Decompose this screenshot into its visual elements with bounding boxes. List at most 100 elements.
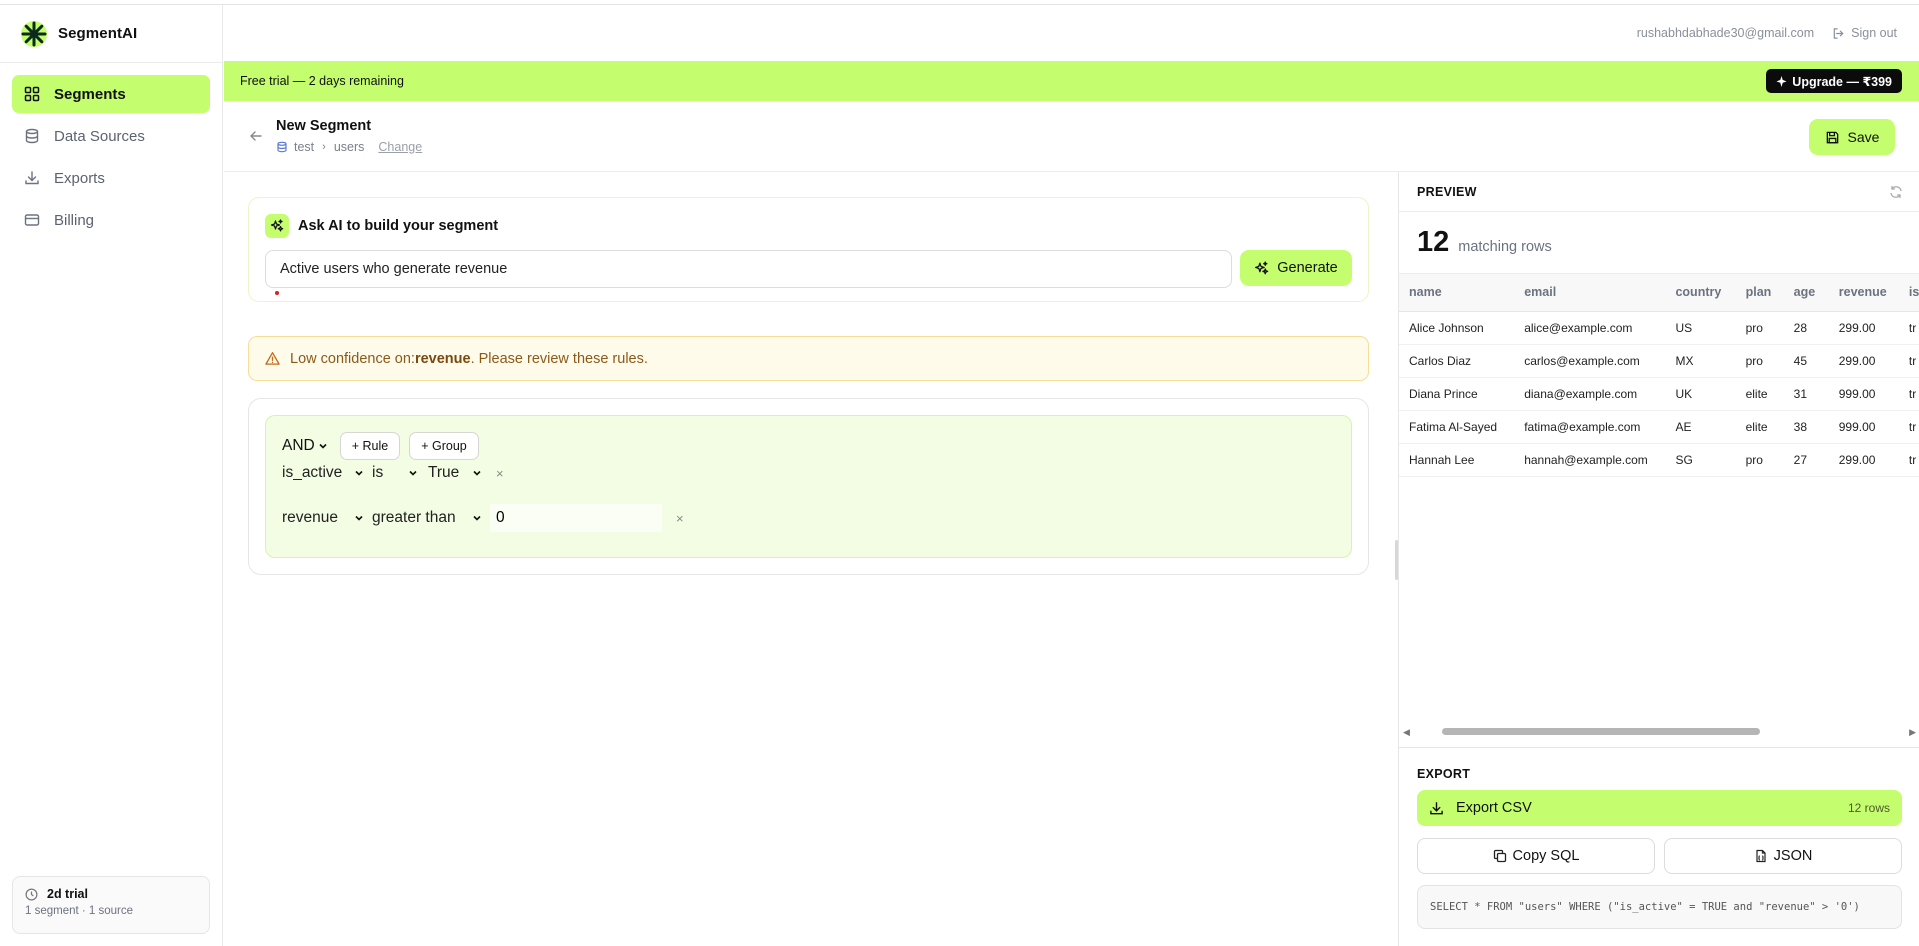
- add-group-button[interactable]: + Group: [409, 432, 479, 460]
- table-cell: tr: [1898, 443, 1919, 477]
- table-cell: 299.00: [1828, 344, 1899, 378]
- sidebar-item-billing[interactable]: Billing: [12, 201, 210, 239]
- table-row: Carlos Diaz carlos@example.com MX pro 45…: [1399, 344, 1919, 378]
- table-row: Diana Prince diana@example.com UK elite …: [1399, 377, 1919, 411]
- group-operator-select[interactable]: AND: [282, 437, 328, 455]
- trial-subtitle: 1 segment · 1 source: [25, 905, 134, 917]
- table-cell: Fatima Al-Sayed: [1399, 410, 1515, 444]
- sidebar-item-exports[interactable]: Exports: [12, 159, 210, 197]
- sidebar-item-label: Data Sources: [54, 127, 145, 145]
- back-arrow-icon[interactable]: [248, 128, 264, 144]
- match-count-number: 12: [1417, 226, 1450, 258]
- chevron-down-icon: [355, 515, 363, 521]
- sidebar-nav: Segments Data Sources Exports Billing: [0, 63, 222, 255]
- rule-field-select[interactable]: revenue: [282, 509, 364, 527]
- upgrade-button[interactable]: Upgrade — ₹399: [1766, 69, 1902, 93]
- database-icon: [25, 128, 39, 144]
- database-icon: [277, 141, 287, 153]
- rule-value-select[interactable]: True: [428, 464, 482, 482]
- sql-preview[interactable]: SELECT * FROM "users" WHERE ("is_active"…: [1417, 885, 1902, 929]
- validation-dot: [275, 291, 279, 295]
- asterisk-logo-icon: [21, 20, 47, 47]
- table-cell: diana@example.com: [1514, 377, 1666, 411]
- horizontal-scrollbar[interactable]: ◀ ▶: [1399, 725, 1919, 737]
- sparkle-icon: [1776, 75, 1787, 87]
- trial-title: 2d trial: [47, 887, 88, 901]
- sidebar-item-label: Exports: [54, 169, 105, 187]
- table-cell: 27: [1783, 443, 1829, 477]
- table-cell: MX: [1665, 344, 1736, 378]
- sidebar-item-segments[interactable]: Segments: [12, 75, 210, 113]
- sidebar-item-label: Segments: [54, 85, 126, 103]
- rule-field-value: revenue: [282, 509, 339, 526]
- column-header[interactable]: email: [1514, 274, 1666, 312]
- breadcrumb-table[interactable]: users: [334, 140, 365, 154]
- change-source-link[interactable]: Change: [378, 140, 422, 154]
- sidebar-item-data-sources[interactable]: Data Sources: [12, 117, 210, 155]
- ai-builder-title: Ask AI to build your segment: [298, 218, 499, 234]
- table-cell: 38: [1783, 410, 1829, 444]
- ai-builder-card: Ask AI to build your segment Generate: [248, 197, 1369, 302]
- column-header[interactable]: revenue: [1828, 274, 1899, 312]
- table-cell: pro: [1735, 311, 1784, 345]
- chevron-right-icon: ›: [322, 141, 326, 153]
- scrollbar-thumb[interactable]: [1442, 728, 1760, 735]
- clock-icon: [25, 888, 38, 900]
- sidebar-item-label: Billing: [54, 211, 95, 229]
- rule-group-header: AND + Rule + Group: [282, 432, 488, 460]
- table-cell: hannah@example.com: [1514, 443, 1666, 477]
- export-json-button[interactable]: JSON: [1664, 838, 1902, 874]
- chevron-down-icon: [355, 470, 363, 476]
- column-header[interactable]: age: [1783, 274, 1829, 312]
- export-json-label: JSON: [1773, 848, 1813, 864]
- table-cell: 999.00: [1828, 410, 1899, 444]
- ai-prompt-input[interactable]: [265, 250, 1232, 288]
- table-cell: SG: [1665, 443, 1736, 477]
- breadcrumb-source[interactable]: test: [294, 140, 314, 154]
- table-cell: 31: [1783, 377, 1829, 411]
- table-cell: 999.00: [1828, 377, 1899, 411]
- add-rule-button[interactable]: + Rule: [339, 432, 401, 460]
- rule-operator-select[interactable]: is: [372, 464, 420, 482]
- rule-operator-select[interactable]: greater than: [372, 509, 482, 527]
- table-cell: elite: [1735, 410, 1784, 444]
- user-email: rushabhdabhade30@gmail.com: [1636, 26, 1815, 40]
- table-cell: fatima@example.com: [1514, 410, 1666, 444]
- remove-rule-button[interactable]: ×: [496, 466, 504, 481]
- export-csv-button[interactable]: Export CSV 12 rows: [1417, 790, 1902, 826]
- brand[interactable]: SegmentAI: [0, 5, 222, 63]
- column-header[interactable]: is: [1898, 274, 1919, 312]
- rule-field-select[interactable]: is_active: [282, 464, 364, 482]
- column-header[interactable]: country: [1665, 274, 1736, 312]
- export-section: EXPORT Export CSV 12 rows Copy SQL JSON …: [1399, 747, 1919, 946]
- save-button[interactable]: Save: [1809, 119, 1895, 155]
- table-row: Fatima Al-Sayed fatima@example.com AE el…: [1399, 410, 1919, 444]
- scroll-right-arrow-icon[interactable]: ▶: [1909, 727, 1916, 738]
- trial-row: 2d trial: [25, 887, 197, 901]
- refresh-icon[interactable]: [1889, 185, 1903, 199]
- rule-value-input[interactable]: [490, 504, 662, 532]
- chevron-down-icon: [409, 470, 417, 476]
- table-cell: tr: [1898, 344, 1919, 378]
- remove-rule-button[interactable]: ×: [676, 511, 684, 526]
- sparkles-icon: [1255, 260, 1269, 274]
- table-cell: Alice Johnson: [1399, 311, 1515, 345]
- upgrade-label: Upgrade — ₹399: [1792, 74, 1892, 89]
- brand-name: SegmentAI: [58, 25, 138, 42]
- scroll-left-arrow-icon[interactable]: ◀: [1403, 727, 1410, 738]
- export-csv-rows: 12 rows: [1847, 801, 1890, 815]
- preview-title: PREVIEW: [1417, 184, 1477, 199]
- table-cell: Carlos Diaz: [1399, 344, 1515, 378]
- table-cell: UK: [1665, 377, 1736, 411]
- sparkles-icon: [270, 219, 284, 232]
- low-confidence-warning: Low confidence on: revenue. Please revie…: [248, 336, 1369, 381]
- rule-group: AND + Rule + Group is_active is True × r…: [265, 415, 1352, 558]
- save-icon: [1826, 131, 1838, 143]
- column-header[interactable]: name: [1399, 274, 1515, 312]
- top-header: rushabhdabhade30@gmail.com Sign out: [224, 5, 1919, 61]
- copy-sql-button[interactable]: Copy SQL: [1417, 838, 1655, 874]
- generate-button[interactable]: Generate: [1240, 250, 1352, 286]
- sign-out-button[interactable]: Sign out: [1832, 26, 1897, 40]
- table-cell: 299.00: [1828, 311, 1899, 345]
- column-header[interactable]: plan: [1735, 274, 1784, 312]
